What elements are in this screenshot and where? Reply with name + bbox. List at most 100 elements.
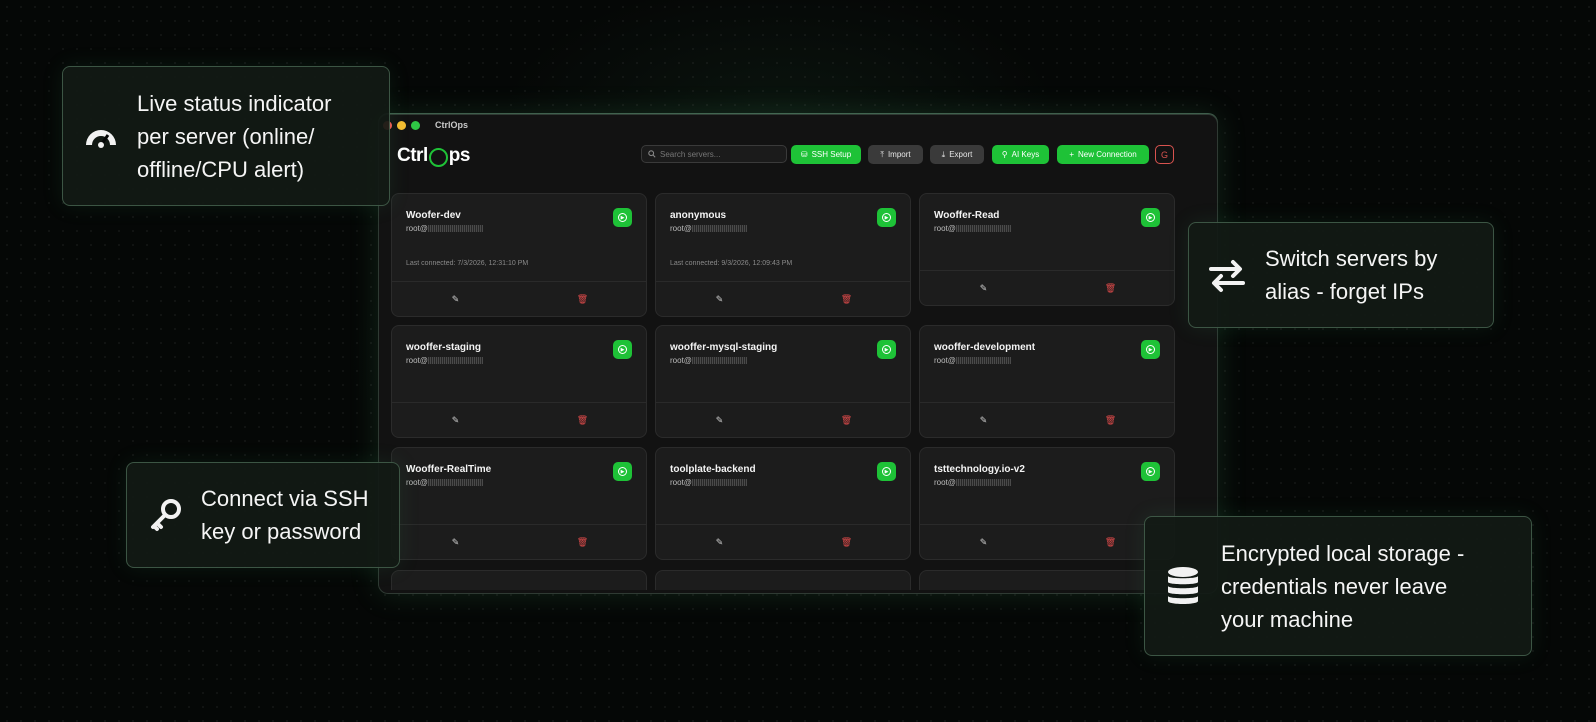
gauge-icon xyxy=(81,123,121,149)
logo-suffix: ps xyxy=(448,145,471,166)
server-card[interactable]: toolplate-backend root@ ▶ ✎ 🗑 xyxy=(655,447,911,560)
ssh-setup-label: SSH Setup xyxy=(811,150,852,159)
minimize-window-button[interactable] xyxy=(397,120,406,130)
server-name: wooffer-development xyxy=(934,342,1036,353)
edit-icon[interactable]: ✎ xyxy=(656,525,783,559)
ai-keys-button[interactable]: ⚲ AI Keys xyxy=(992,145,1049,164)
masked-ip xyxy=(955,357,1011,365)
feature-live-status: Live status indicator per server (online… xyxy=(62,66,390,206)
masked-ip xyxy=(955,225,1011,233)
connect-button[interactable]: ▶ xyxy=(877,208,896,227)
feature-line: alias - forget IPs xyxy=(1265,279,1424,304)
server-card[interactable]: wooffer-development root@ ▶ ✎ 🗑 xyxy=(919,325,1175,438)
server-card-partial[interactable] xyxy=(919,570,1175,590)
server-host: root@ xyxy=(670,478,747,487)
delete-icon[interactable]: 🗑 xyxy=(783,403,910,437)
server-card[interactable]: Wooffer-Read root@ ▶ ✎ 🗑 xyxy=(919,193,1175,306)
export-label: Export xyxy=(949,150,973,159)
connect-button[interactable]: ▶ xyxy=(613,208,632,227)
masked-ip xyxy=(691,225,747,233)
server-host: root@ xyxy=(934,356,1011,365)
server-card[interactable]: anonymous root@ Last connected: 9/3/2026… xyxy=(655,193,911,317)
connect-button[interactable]: ▶ xyxy=(613,462,632,481)
delete-icon[interactable]: 🗑 xyxy=(1047,271,1174,305)
server-card-partial[interactable] xyxy=(391,570,647,590)
connect-button[interactable]: ▶ xyxy=(877,340,896,359)
logo-prefix: Ctrl xyxy=(397,145,428,166)
delete-icon[interactable]: 🗑 xyxy=(519,525,646,559)
maximize-window-button[interactable] xyxy=(411,120,420,130)
server-host: root@ xyxy=(934,478,1011,487)
ai-keys-label: AI Keys xyxy=(1011,150,1040,159)
key-icon xyxy=(145,497,185,533)
play-icon: ▶ xyxy=(618,345,627,354)
edit-icon[interactable]: ✎ xyxy=(656,282,783,316)
edit-icon[interactable]: ✎ xyxy=(920,271,1047,305)
app-window: CtrlOps Ctrl ps ⛁ SSH Setup ⤒ Import ⤓ E… xyxy=(378,114,1218,594)
edit-icon[interactable]: ✎ xyxy=(920,403,1047,437)
connect-button[interactable]: ▶ xyxy=(1141,462,1160,481)
feature-text: Encrypted local storage - credentials ne… xyxy=(1221,537,1464,636)
masked-ip xyxy=(427,479,483,487)
window-titlebar: CtrlOps xyxy=(379,115,1217,135)
feature-text: Live status indicator per server (online… xyxy=(137,87,331,186)
play-icon: ▶ xyxy=(1146,467,1155,476)
search-input[interactable] xyxy=(656,149,780,159)
server-card-partial[interactable] xyxy=(655,570,911,590)
server-name: Wooffer-Read xyxy=(934,210,1000,221)
server-card[interactable]: Wooffer-RealTime root@ ▶ ✎ 🗑 xyxy=(391,447,647,560)
edit-icon[interactable]: ✎ xyxy=(392,525,519,559)
card-actions: ✎ 🗑 xyxy=(392,402,646,437)
delete-icon[interactable]: 🗑 xyxy=(519,403,646,437)
server-name: Wooffer-RealTime xyxy=(406,464,492,475)
connect-button[interactable]: ▶ xyxy=(1141,340,1160,359)
masked-ip xyxy=(691,479,747,487)
server-name: tsttechnology.io-v2 xyxy=(934,464,1025,475)
delete-icon[interactable]: 🗑 xyxy=(783,525,910,559)
new-connection-button[interactable]: + New Connection xyxy=(1057,145,1149,164)
play-icon: ▶ xyxy=(1146,345,1155,354)
card-actions: ✎ 🗑 xyxy=(656,402,910,437)
connect-button[interactable]: ▶ xyxy=(1141,208,1160,227)
connect-button[interactable]: ▶ xyxy=(613,340,632,359)
card-actions: ✎ 🗑 xyxy=(920,524,1174,559)
feature-line: your machine xyxy=(1221,606,1354,632)
server-card[interactable]: Woofer-dev root@ Last connected: 7/3/202… xyxy=(391,193,647,317)
play-icon: ▶ xyxy=(618,467,627,476)
server-card[interactable]: wooffer-staging root@ ▶ ✎ 🗑 xyxy=(391,325,647,438)
host-user: root@ xyxy=(670,224,692,233)
server-host: root@ xyxy=(406,224,483,233)
delete-icon[interactable]: 🗑 xyxy=(519,282,646,316)
server-host: root@ xyxy=(670,356,747,365)
server-name: wooffer-mysql-staging xyxy=(670,342,778,353)
host-user: root@ xyxy=(670,356,692,365)
play-icon: ▶ xyxy=(1146,213,1155,222)
import-button[interactable]: ⤒ Import xyxy=(868,145,923,164)
masked-ip xyxy=(955,479,1011,487)
host-user: root@ xyxy=(934,356,956,365)
server-card[interactable]: wooffer-mysql-staging root@ ▶ ✎ 🗑 xyxy=(655,325,911,438)
ssh-setup-button[interactable]: ⛁ SSH Setup xyxy=(791,145,861,164)
card-actions: ✎ 🗑 xyxy=(392,281,646,316)
host-user: root@ xyxy=(406,356,428,365)
server-name: anonymous xyxy=(670,210,727,221)
play-icon: ▶ xyxy=(882,345,891,354)
window-title: CtrlOps xyxy=(435,120,469,130)
new-connection-label: New Connection xyxy=(1077,150,1137,159)
layers-icon: ⛁ xyxy=(800,150,808,159)
edit-icon[interactable]: ✎ xyxy=(656,403,783,437)
connect-button[interactable]: ▶ xyxy=(877,462,896,481)
user-avatar-button[interactable]: G xyxy=(1155,145,1174,164)
edit-icon[interactable]: ✎ xyxy=(392,282,519,316)
edit-icon[interactable]: ✎ xyxy=(392,403,519,437)
delete-icon[interactable]: 🗑 xyxy=(1047,403,1174,437)
host-user: root@ xyxy=(934,224,956,233)
host-user: root@ xyxy=(670,478,692,487)
delete-icon[interactable]: 🗑 xyxy=(783,282,910,316)
export-button[interactable]: ⤓ Export xyxy=(930,145,984,164)
edit-icon[interactable]: ✎ xyxy=(920,525,1047,559)
server-card[interactable]: tsttechnology.io-v2 root@ ▶ ✎ 🗑 xyxy=(919,447,1175,560)
host-user: root@ xyxy=(406,224,428,233)
feature-line: Encrypted local storage - xyxy=(1221,540,1465,566)
search-box xyxy=(641,145,787,163)
